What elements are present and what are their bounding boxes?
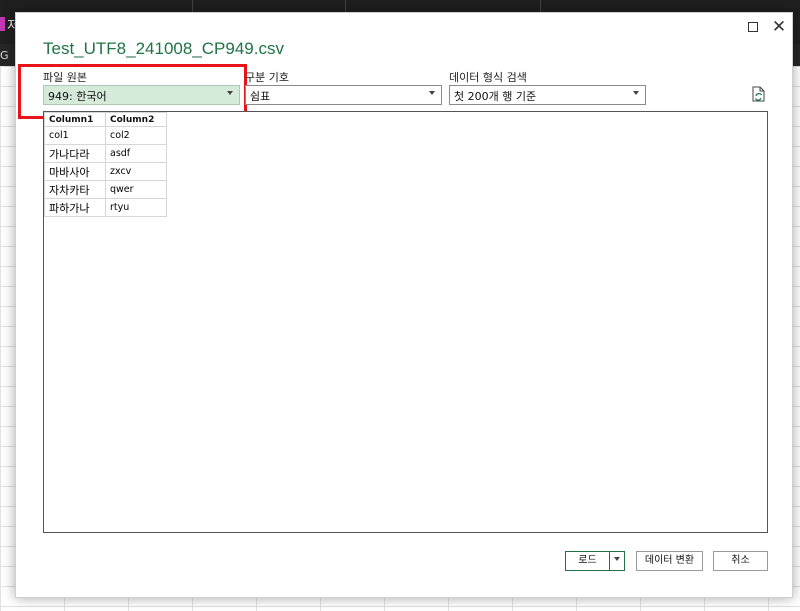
column-header: Column1 xyxy=(44,112,106,127)
table-cell: zxcv xyxy=(105,162,167,181)
file-origin-value: 949: 한국어 xyxy=(48,90,107,103)
delimiter-label: 구분 기호 xyxy=(245,71,289,84)
chevron-down-icon xyxy=(227,91,233,95)
delimiter-dropdown[interactable]: 쉼표 xyxy=(245,85,442,105)
data-type-detection-value: 첫 200개 행 기준 xyxy=(454,90,537,103)
chevron-down-icon xyxy=(429,91,435,95)
refresh-document-icon[interactable] xyxy=(752,86,766,102)
table-cell: rtyu xyxy=(105,198,167,217)
data-preview-pane[interactable]: Column1 Column2 col1 col2 가나다라 asdf 마바사아… xyxy=(43,111,768,533)
background-tab-icon xyxy=(0,17,5,31)
load-button[interactable]: 로드 xyxy=(565,551,610,571)
table-cell: 자차카타 xyxy=(44,180,106,199)
table-row: col1 col2 xyxy=(44,126,167,145)
csv-import-dialog: ✕ Test_UTF8_241008_CP949.csv 파일 원본 949: … xyxy=(15,12,793,598)
table-cell: asdf xyxy=(105,144,167,163)
maximize-icon[interactable] xyxy=(742,17,764,37)
table-row: 자차카타 qwer xyxy=(44,180,167,199)
column-header: Column2 xyxy=(105,112,167,127)
load-options-button[interactable] xyxy=(609,551,625,571)
cancel-button[interactable]: 취소 xyxy=(713,551,768,571)
data-type-detection-label: 데이터 형식 검색 xyxy=(449,71,527,84)
table-row: 파하가나 rtyu xyxy=(44,198,167,217)
table-cell: 마바사아 xyxy=(44,162,106,181)
table-cell: 파하가나 xyxy=(44,198,106,217)
file-origin-dropdown[interactable]: 949: 한국어 xyxy=(43,85,240,105)
data-type-detection-dropdown[interactable]: 첫 200개 행 기준 xyxy=(449,85,646,105)
dialog-title: Test_UTF8_241008_CP949.csv xyxy=(43,39,284,58)
table-cell: col1 xyxy=(44,126,106,145)
table-row: 가나다라 asdf xyxy=(44,144,167,163)
file-origin-label: 파일 원본 xyxy=(43,71,87,84)
background-row-label: G xyxy=(0,49,9,62)
transform-data-button[interactable]: 데이터 변환 xyxy=(636,551,703,571)
close-icon[interactable]: ✕ xyxy=(768,17,790,37)
table-cell: qwer xyxy=(105,180,167,199)
preview-table: Column1 Column2 col1 col2 가나다라 asdf 마바사아… xyxy=(44,112,167,217)
delimiter-value: 쉼표 xyxy=(250,90,271,103)
table-row: 마바사아 zxcv xyxy=(44,162,167,181)
table-header-row: Column1 Column2 xyxy=(44,112,167,127)
chevron-down-icon xyxy=(633,91,639,95)
table-cell: col2 xyxy=(105,126,167,145)
table-cell: 가나다라 xyxy=(44,144,106,163)
chevron-down-icon xyxy=(614,557,620,561)
